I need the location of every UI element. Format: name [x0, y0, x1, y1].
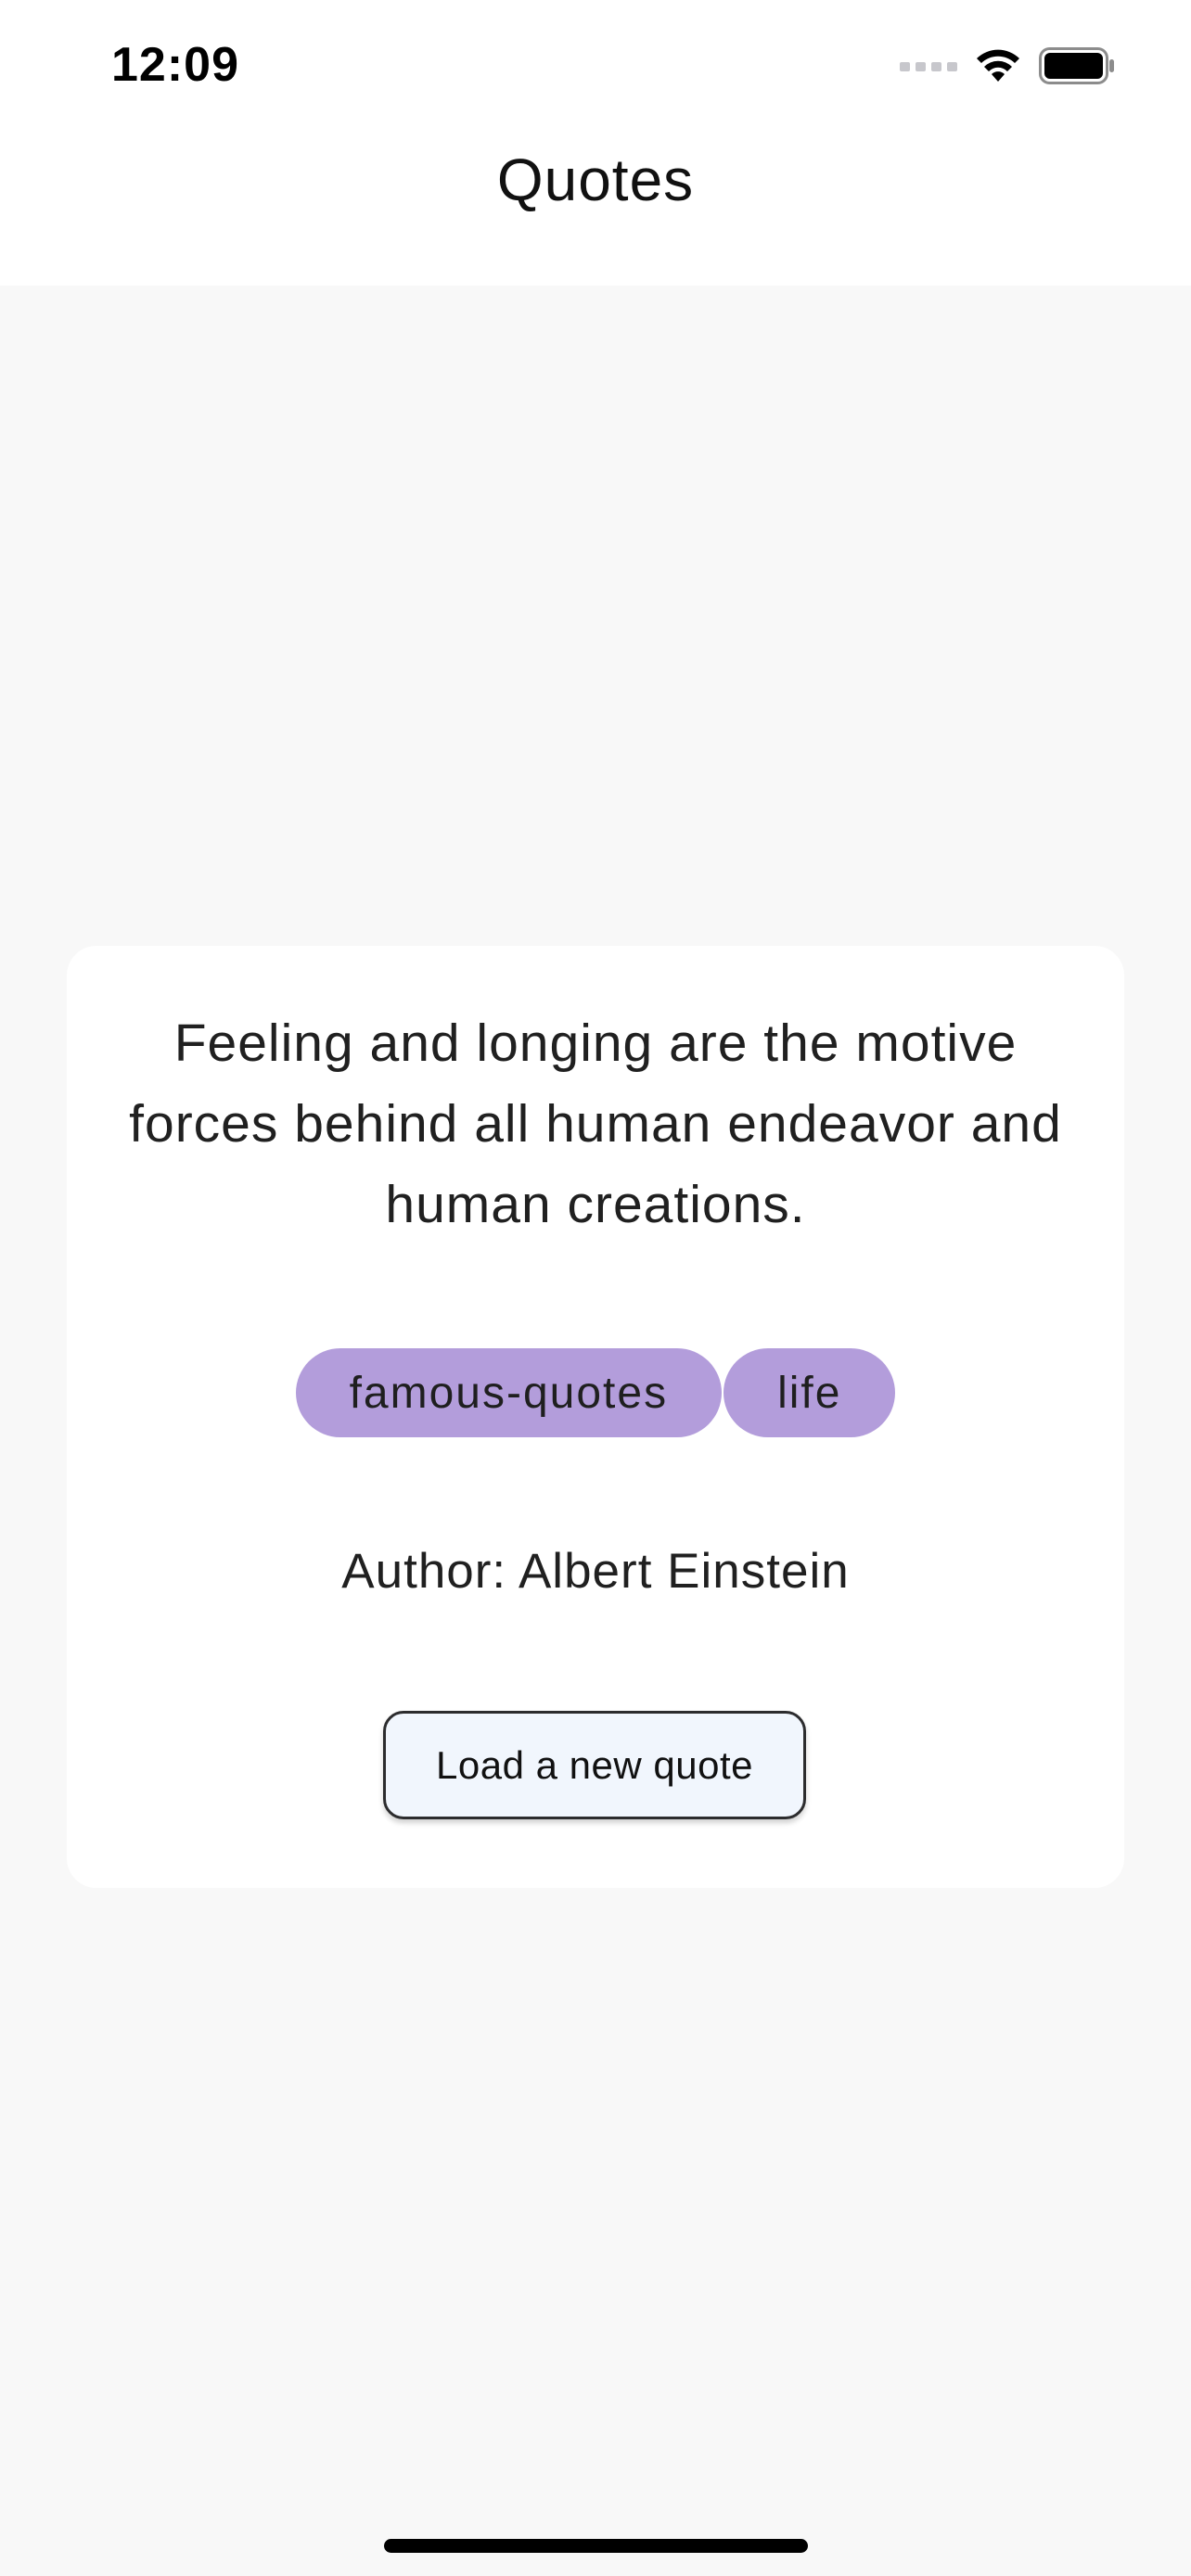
signal-icon — [900, 58, 957, 78]
quote-card: Feeling and longing are the motive force… — [67, 946, 1124, 1888]
status-time: 12:09 — [111, 38, 239, 92]
load-new-quote-button[interactable]: Load a new quote — [383, 1711, 806, 1819]
wifi-icon — [976, 48, 1020, 88]
page-title: Quotes — [496, 147, 695, 213]
tag-list: famous-quotes life — [67, 1348, 1124, 1437]
home-indicator[interactable] — [384, 2539, 808, 2553]
battery-icon — [1039, 46, 1115, 89]
status-bar: 12:09 — [0, 0, 1191, 135]
quote-text: Feeling and longing are the motive force… — [129, 1014, 1062, 1234]
navigation-bar: Quotes — [0, 135, 1191, 286]
tag-chip-famous-quotes[interactable]: famous-quotes — [295, 1348, 723, 1437]
tag-chip-life[interactable]: life — [724, 1348, 896, 1437]
status-icons — [900, 46, 1115, 89]
quote-author: Author: Albert Einstein — [341, 1544, 850, 1599]
